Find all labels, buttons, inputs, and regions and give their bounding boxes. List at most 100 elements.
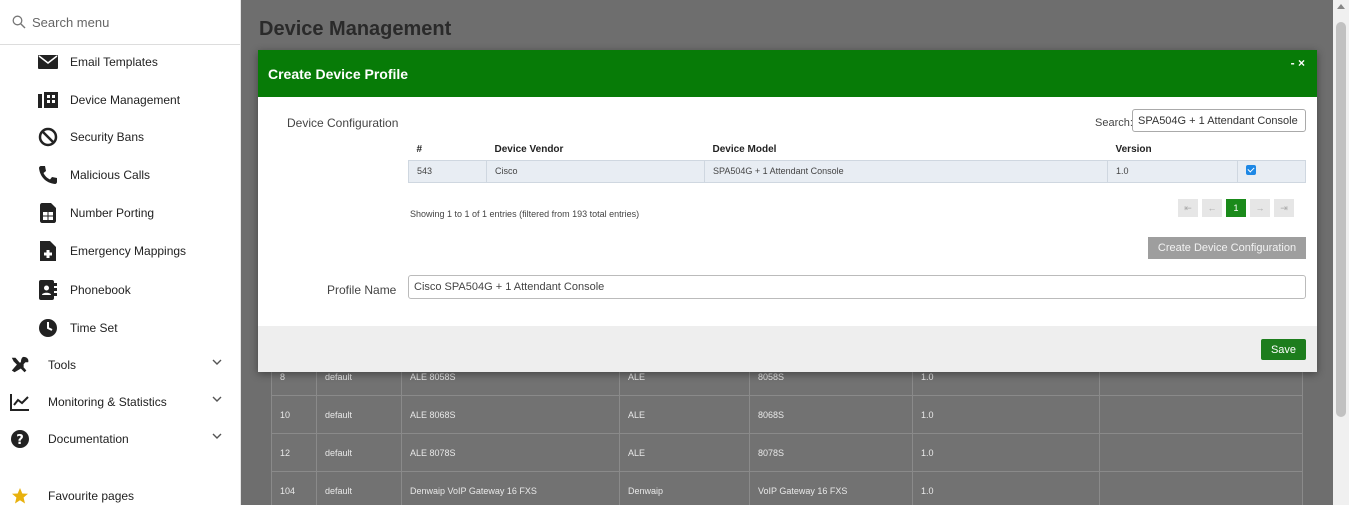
column-header-id[interactable]: #: [409, 140, 487, 160]
scroll-up-arrow-icon[interactable]: [1337, 4, 1345, 9]
sidebar-section-tools[interactable]: Tools: [0, 347, 240, 383]
table-row[interactable]: 543 Cisco SPA504G + 1 Attendant Console …: [408, 159, 1306, 183]
table-cell: 10: [271, 395, 317, 434]
table-cell: Denwaip VoIP Gateway 16 FXS: [401, 471, 620, 505]
sidebar-section-label: Favourite pages: [48, 489, 135, 503]
table-cell: ALE 8078S: [401, 433, 620, 472]
save-button[interactable]: Save: [1261, 339, 1306, 360]
sidebar-item-malicious-calls[interactable]: Malicious Calls: [0, 157, 240, 193]
table-cell: VoIP Gateway 16 FXS: [749, 471, 913, 505]
sidebar-section-monitoring[interactable]: Monitoring & Statistics: [0, 384, 240, 420]
address-book-icon: [38, 280, 58, 300]
table-cell: default: [316, 471, 402, 505]
table-info-text: Showing 1 to 1 of 1 entries (filtered fr…: [410, 209, 640, 219]
sidebar-item-label: Phonebook: [70, 283, 131, 297]
create-device-profile-modal: Create Device Profile - × Device Configu…: [258, 50, 1317, 372]
ban-icon: [38, 127, 58, 147]
envelope-icon: [38, 52, 58, 72]
column-header-vendor[interactable]: Device Vendor: [487, 140, 705, 160]
file-medical-icon: [38, 241, 58, 261]
cell-model: SPA504G + 1 Attendant Console: [704, 159, 1108, 183]
sidebar-item-label: Time Set: [70, 321, 118, 335]
table-cell: 12: [271, 433, 317, 472]
modal-header: Create Device Profile - ×: [258, 50, 1317, 97]
sidebar-item-label: Device Management: [70, 93, 181, 107]
sim-card-icon: [38, 203, 58, 223]
chevron-down-icon: [212, 359, 222, 365]
column-header-select: [1238, 140, 1306, 160]
device-configuration-label: Device Configuration: [287, 116, 399, 130]
table-cell: [1099, 471, 1303, 505]
table-cell: 8068S: [749, 395, 913, 434]
sidebar: Email Templates Device Management Securi…: [0, 0, 241, 505]
table-search-label: Search:: [1095, 117, 1133, 129]
sidebar-item-label: Malicious Calls: [70, 168, 151, 182]
table-row: 12 default ALE 8078S ALE 8078S 1.0: [271, 433, 1303, 472]
question-circle-icon: ?: [10, 429, 30, 449]
sidebar-section-label: Tools: [48, 358, 77, 372]
modal-window-controls[interactable]: - ×: [1291, 56, 1305, 70]
profile-name-input[interactable]: [408, 275, 1306, 299]
modal-body: Device Configuration Search: # Device Ve…: [258, 97, 1317, 326]
table-cell: ALE 8068S: [401, 395, 620, 434]
sidebar-item-security-bans[interactable]: Security Bans: [0, 119, 240, 155]
table-cell: 1.0: [912, 471, 1100, 505]
sidebar-item-label: Security Bans: [70, 130, 145, 144]
chevron-down-icon: [212, 396, 222, 402]
table-row: 10 default ALE 8068S ALE 8068S 1.0: [271, 395, 1303, 434]
table-search-input[interactable]: [1132, 109, 1306, 132]
sidebar-section-label: Monitoring & Statistics: [48, 395, 167, 409]
table-cell: [1099, 433, 1303, 472]
create-device-configuration-button[interactable]: Create Device Configuration: [1148, 237, 1306, 259]
cell-vendor: Cisco: [486, 159, 705, 183]
table-cell: ALE: [619, 433, 750, 472]
sidebar-item-email-templates[interactable]: Email Templates: [0, 44, 240, 80]
scrollbar-thumb[interactable]: [1336, 22, 1346, 417]
sidebar-item-time-set[interactable]: Time Set: [0, 310, 240, 346]
cell-select: [1237, 159, 1306, 183]
modal-title: Create Device Profile: [268, 66, 409, 82]
sidebar-section-documentation[interactable]: ? Documentation: [0, 421, 240, 457]
table-cell: default: [316, 395, 402, 434]
modal-footer: Save: [258, 326, 1317, 372]
svg-text:?: ?: [16, 433, 24, 448]
chart-line-icon: [10, 392, 30, 412]
table-cell: default: [316, 433, 402, 472]
cell-version: 1.0: [1107, 159, 1238, 183]
device-table-background: 8 default ALE 8058S ALE 8058S 1.0 10 default ALE…: [271, 357, 1303, 505]
sidebar-item-label: Emergency Mappings: [70, 244, 187, 258]
table-cell: 1.0: [912, 433, 1100, 472]
menu-search: [0, 0, 240, 45]
chevron-down-icon: [212, 433, 222, 439]
row-select-checkbox[interactable]: [1246, 165, 1256, 175]
search-icon: [12, 15, 26, 29]
table-cell: 8078S: [749, 433, 913, 472]
table-cell: 1.0: [912, 395, 1100, 434]
prev-page-button[interactable]: ←: [1202, 199, 1222, 217]
search-menu-input[interactable]: [32, 12, 222, 32]
sidebar-item-phonebook[interactable]: Phonebook: [0, 272, 240, 308]
cell-id: 543: [408, 159, 487, 183]
table-cell: 104: [271, 471, 317, 505]
table-cell: Denwaip: [619, 471, 750, 505]
table-cell: ALE: [619, 395, 750, 434]
page-scrollbar[interactable]: [1333, 0, 1349, 505]
tools-icon: [10, 355, 30, 375]
table-pagination: ⇤ ← 1 → ⇥: [1178, 199, 1294, 217]
profile-name-label: Profile Name: [327, 283, 397, 297]
sidebar-section-label: Documentation: [48, 432, 129, 446]
column-header-model[interactable]: Device Model: [705, 140, 1108, 160]
sidebar-item-number-porting[interactable]: Number Porting: [0, 195, 240, 231]
sidebar-item-label: Number Porting: [70, 206, 155, 220]
sidebar-item-emergency-mappings[interactable]: Emergency Mappings: [0, 233, 240, 269]
star-icon: [10, 486, 30, 505]
next-page-button[interactable]: →: [1250, 199, 1270, 217]
phone-icon: [38, 165, 58, 185]
sidebar-item-device-management[interactable]: Device Management: [0, 82, 240, 118]
sidebar-section-favourites[interactable]: Favourite pages: [0, 478, 240, 505]
first-page-button[interactable]: ⇤: [1178, 199, 1198, 217]
current-page-button[interactable]: 1: [1226, 199, 1246, 217]
sidebar-item-label: Email Templates: [70, 55, 158, 69]
column-header-version[interactable]: Version: [1108, 140, 1238, 160]
last-page-button[interactable]: ⇥: [1274, 199, 1294, 217]
